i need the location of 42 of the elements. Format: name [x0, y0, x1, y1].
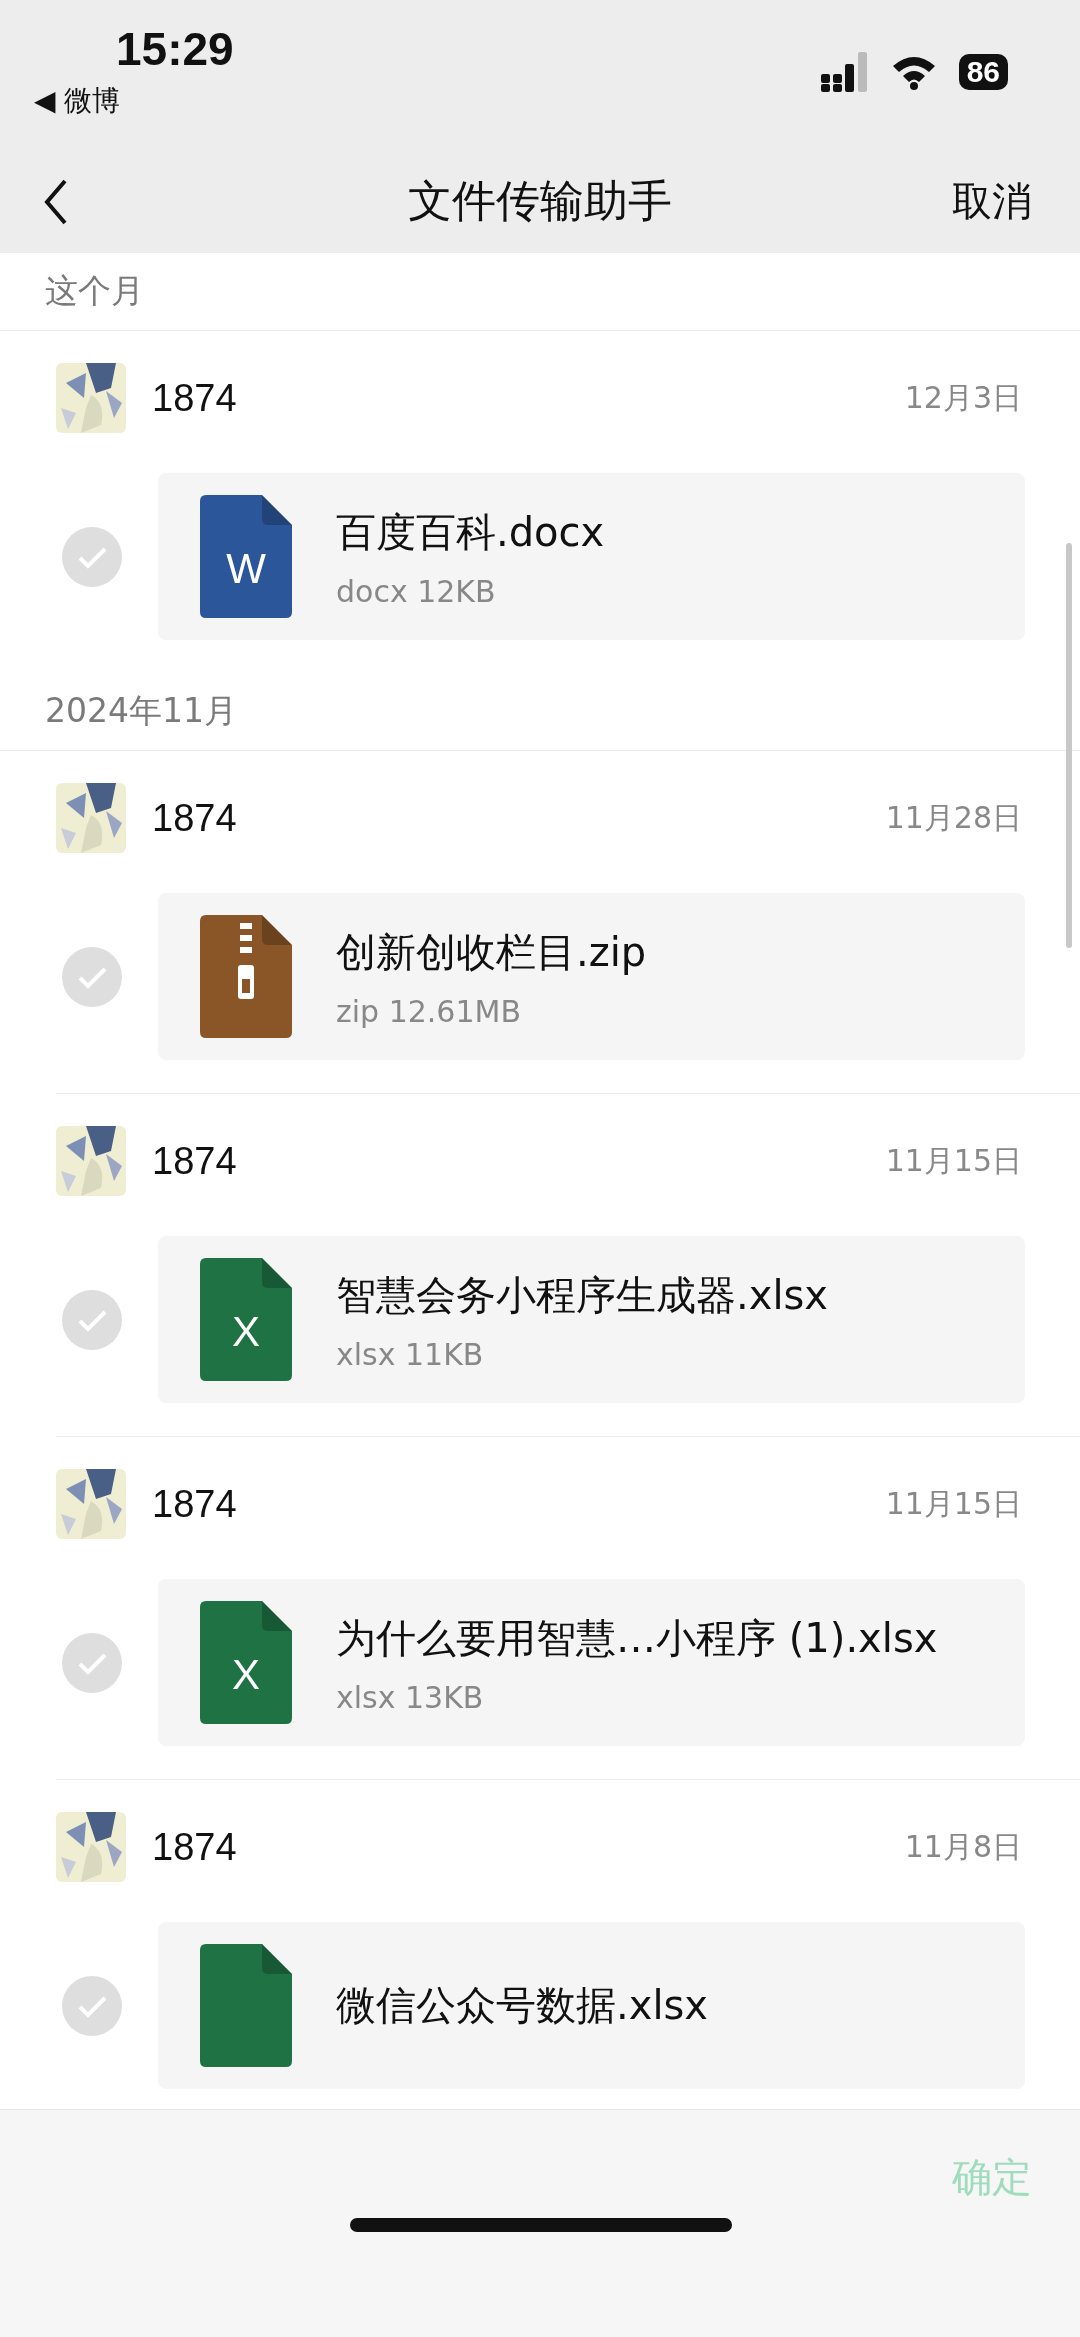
select-checkbox[interactable] [62, 1975, 122, 2036]
battery-level: 86 [958, 54, 1008, 90]
document-file-icon: X [200, 1258, 292, 1381]
file-size: xlsx 11KB [336, 1336, 485, 1372]
document-file-icon: X [200, 1601, 292, 1724]
file-name: 智慧会务小程序生成器.xlsx [336, 1270, 828, 1320]
sender-name: 1874 [152, 376, 237, 420]
cancel-button[interactable]: 取消 [952, 174, 1032, 229]
file-size: xlsx 13KB [336, 1679, 485, 1715]
file-name: 百度百科.docx [336, 507, 605, 557]
file-card[interactable]: X 智慧会务小程序生成器.xlsx xlsx 11KB [158, 1236, 1025, 1403]
select-checkbox[interactable] [62, 1289, 122, 1350]
file-name: 为什么要用智慧…小程序 (1).xlsx [336, 1613, 938, 1663]
select-checkbox[interactable] [62, 946, 122, 1007]
message-date: 11月15日 [885, 1141, 1022, 1180]
status-time: 15:29 [116, 22, 234, 76]
sender-name: 1874 [152, 1825, 237, 1869]
section-header: 这个月 [0, 253, 1080, 331]
file-card[interactable]: 创新创收栏目.zip zip 12.61MB [158, 893, 1025, 1060]
sender-name: 1874 [152, 1139, 237, 1183]
signal-icon [820, 52, 869, 92]
document-file-icon: W [200, 495, 292, 618]
file-card[interactable]: W 百度百科.docx docx 12KB [158, 473, 1025, 640]
file-size: docx 12KB [336, 573, 497, 609]
message-date: 11月28日 [885, 798, 1022, 837]
sender-name: 1874 [152, 796, 237, 840]
message-date: 11月15日 [885, 1484, 1022, 1523]
back-icon[interactable] [44, 178, 68, 225]
message-date: 12月3日 [904, 378, 1022, 417]
select-checkbox[interactable] [62, 526, 122, 587]
archive-file-icon [200, 915, 292, 1038]
page-title: 文件传输助手 [408, 175, 672, 226]
file-name: 微信公众号数据.xlsx [336, 1981, 708, 2030]
sender-name: 1874 [152, 1482, 237, 1526]
file-name: 创新创收栏目.zip [336, 927, 647, 977]
file-size: zip 12.61MB [336, 993, 522, 1029]
file-card[interactable]: X 为什么要用智慧…小程序 (1).xlsx xlsx 13KB [158, 1579, 1025, 1746]
message-date: 11月8日 [904, 1827, 1022, 1866]
select-checkbox[interactable] [62, 1632, 122, 1693]
file-card[interactable]: 微信公众号数据.xlsx [158, 1922, 1025, 2089]
document-file-icon [200, 1944, 292, 2067]
back-to-app-link[interactable]: ◀ 微博 [34, 82, 234, 120]
